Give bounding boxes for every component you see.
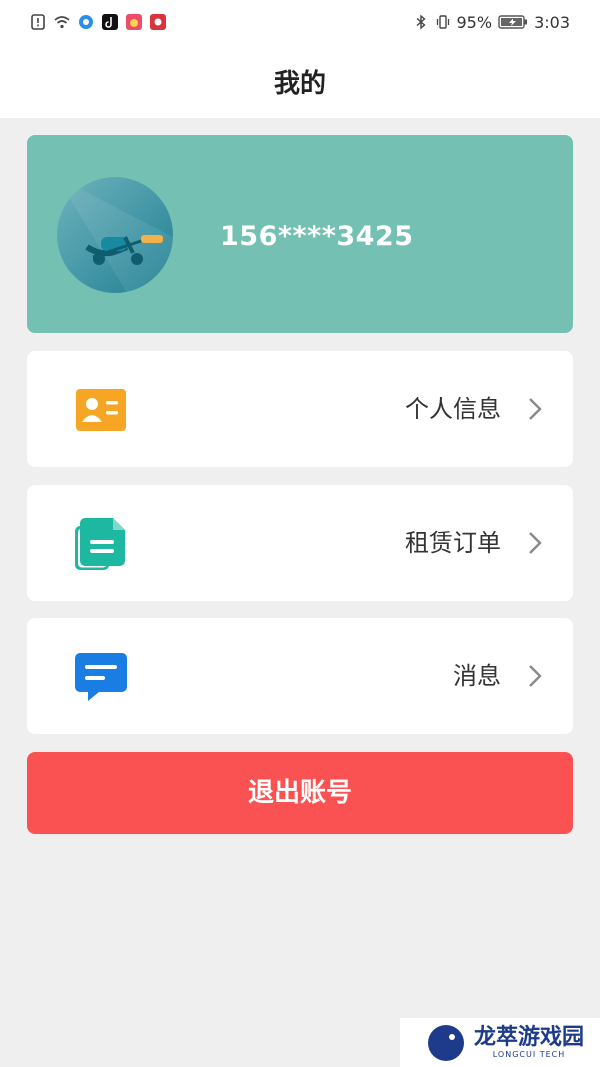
sim-alert-icon (31, 14, 45, 30)
red-app-icon (150, 14, 166, 30)
message-icon (75, 653, 127, 701)
watermark: 龙萃游戏园 LONGCUI TECH (400, 1018, 600, 1067)
page-title: 我的 (273, 68, 326, 99)
watermark-sub: LONGCUI TECH (492, 1050, 566, 1059)
logout-button[interactable]: 退出账号 (27, 752, 573, 834)
bluetooth-icon (416, 14, 426, 30)
menu-label: 消息 (453, 662, 501, 690)
id-card-icon (76, 389, 126, 431)
cartoon-app-icon (126, 14, 142, 30)
menu-label: 租赁订单 (405, 529, 501, 557)
phone-number: 156****3425 (220, 221, 414, 252)
chevron-right-icon (529, 532, 542, 554)
nav-bar: 我的 (0, 44, 600, 118)
wifi-icon (54, 16, 70, 29)
status-bar: 95% 3:03 (0, 0, 600, 44)
status-bar-right: 95% 3:03 (413, 12, 570, 32)
chevron-right-icon (529, 665, 542, 687)
avatar[interactable] (57, 177, 173, 293)
menu-item-messages[interactable]: 消息 (27, 618, 573, 734)
menu-item-rental-orders[interactable]: 租赁订单 (27, 485, 573, 601)
menu-label: 个人信息 (405, 395, 501, 423)
scooter-avatar-icon (57, 177, 173, 293)
status-bar-left (30, 14, 166, 30)
status-time: 3:03 (534, 12, 570, 32)
brand-logo-icon (428, 1024, 464, 1061)
chevron-right-icon (529, 398, 542, 420)
watermark-text: 龙萃游戏园 LONGCUI TECH (474, 1025, 585, 1060)
battery-percent: 95% (456, 12, 493, 32)
profile-card: 156****3425 (27, 135, 573, 333)
documents-icon (75, 518, 125, 570)
watermark-brand: 龙萃游戏园 (474, 1025, 585, 1050)
battery-charging-icon (498, 15, 528, 29)
tiktok-app-icon (102, 14, 118, 30)
menu-item-personal-info[interactable]: 个人信息 (27, 351, 573, 467)
browser-app-icon (79, 15, 93, 29)
vibrate-icon (436, 15, 449, 29)
